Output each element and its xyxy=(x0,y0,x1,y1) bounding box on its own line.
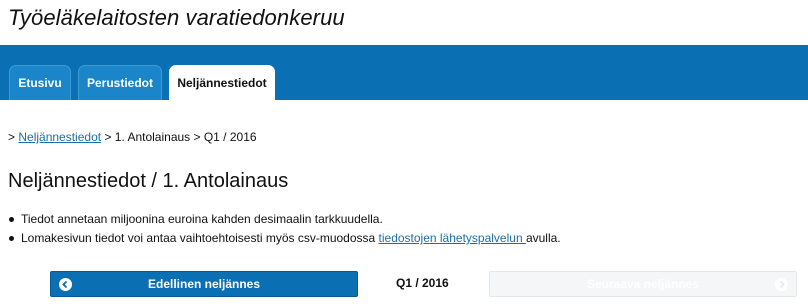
info-text: Tiedot annetaan miljoonina euroina kahde… xyxy=(21,212,383,226)
breadcrumb-link-neljannestiedot[interactable]: Neljännestiedot xyxy=(18,130,101,144)
tab-etusivu[interactable]: Etusivu xyxy=(9,65,71,100)
tab-neljannestiedot[interactable]: Neljännestiedot xyxy=(169,65,275,100)
bullet-icon xyxy=(9,236,14,241)
info-item: Tiedot annetaan miljoonina euroina kahde… xyxy=(8,211,561,230)
info-text: Lomakesivun tiedot voi antaa vaihtoehtoi… xyxy=(21,231,379,245)
app-title: Työeläkelaitosten varatiedonkeruu xyxy=(8,5,345,30)
file-upload-service-link[interactable]: tiedostojen lähetyspalvelun xyxy=(379,231,526,245)
breadcrumb-current: > 1. Antolainaus > Q1 / 2016 xyxy=(101,130,257,144)
next-quarter-label: Seuraava neljännes xyxy=(586,277,700,291)
bullet-icon xyxy=(9,217,14,222)
tab-perustiedot[interactable]: Perustiedot xyxy=(78,65,162,100)
current-quarter: Q1 / 2016 xyxy=(396,276,449,290)
arrow-left-icon xyxy=(59,278,72,291)
page-title: Neljännestiedot / 1. Antolainaus xyxy=(8,170,289,192)
arrow-right-icon xyxy=(775,278,788,291)
info-list: Tiedot annetaan miljoonina euroina kahde… xyxy=(8,211,561,249)
previous-quarter-button[interactable]: Edellinen neljännes xyxy=(50,271,358,297)
info-item: Lomakesivun tiedot voi antaa vaihtoehtoi… xyxy=(8,230,561,249)
breadcrumb: > Neljännestiedot > 1. Antolainaus > Q1 … xyxy=(8,130,257,144)
next-quarter-button: Seuraava neljännes xyxy=(489,271,797,297)
breadcrumb-separator: > xyxy=(8,130,16,144)
info-text-end: avulla. xyxy=(525,231,561,245)
main-navigation: Etusivu Perustiedot Neljännestiedot xyxy=(0,45,808,100)
previous-quarter-label: Edellinen neljännes xyxy=(147,277,261,291)
